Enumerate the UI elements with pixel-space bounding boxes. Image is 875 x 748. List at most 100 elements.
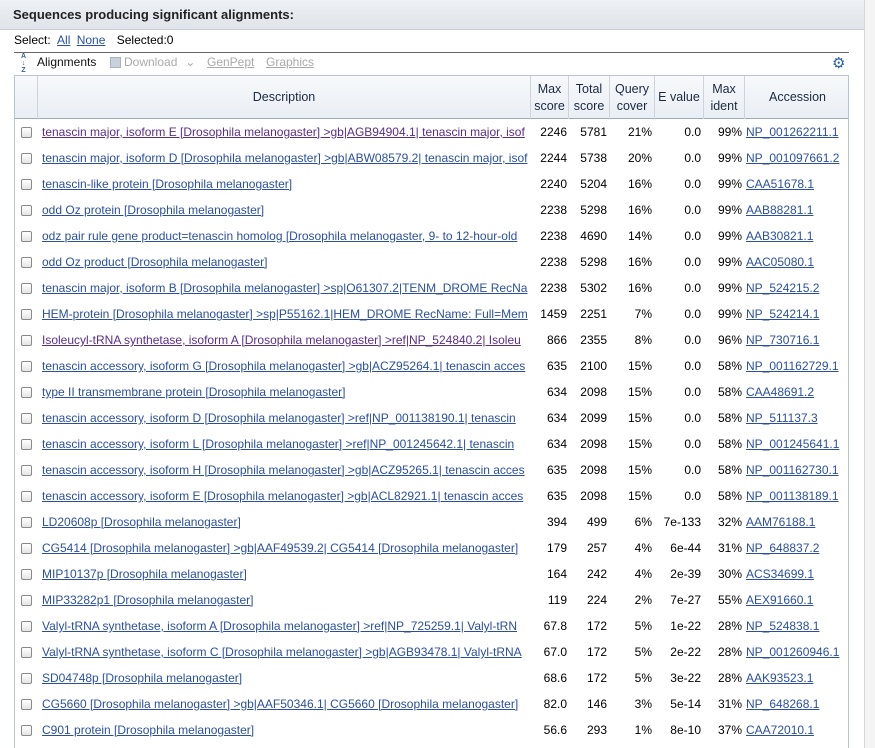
row-checkbox[interactable] — [20, 282, 32, 294]
description-link[interactable]: CG5660 [Drosophila melanogaster] >gb|AAF… — [42, 697, 518, 711]
e-value-cell: 0.0 — [684, 463, 701, 477]
accession-link[interactable]: AAM76188.1 — [746, 515, 815, 529]
row-checkbox[interactable] — [20, 542, 32, 554]
header-max-score[interactable]: Max score — [530, 76, 568, 119]
row-checkbox[interactable] — [20, 412, 32, 424]
max-score-cell: 634 — [546, 385, 567, 399]
row-checkbox[interactable] — [20, 620, 32, 632]
description-link[interactable]: tenascin major, isoform D [Drosophila me… — [42, 151, 527, 165]
vertical-scrollbar[interactable] — [864, 0, 875, 748]
accession-link[interactable]: NP_001162730.1 — [746, 463, 839, 477]
accession-link[interactable]: NP_001097661.2 — [746, 151, 839, 165]
description-link[interactable]: tenascin-like protein [Drosophila melano… — [42, 177, 292, 191]
accession-link[interactable]: AAK93523.1 — [746, 671, 813, 685]
row-checkbox[interactable] — [20, 178, 32, 190]
row-checkbox[interactable] — [20, 438, 32, 450]
row-checkbox[interactable] — [20, 386, 32, 398]
header-query-cover[interactable]: Query cover — [609, 76, 654, 119]
row-checkbox[interactable] — [20, 256, 32, 268]
description-link[interactable]: type II transmembrane protein [Drosophil… — [42, 385, 346, 399]
section-title: Sequences producing significant alignmen… — [13, 7, 294, 22]
description-link[interactable]: HEM-protein [Drosophila melanogaster] >s… — [42, 307, 528, 321]
graphics-link[interactable]: Graphics — [266, 55, 314, 69]
description-link[interactable]: tenascin accessory, isoform G [Drosophil… — [42, 359, 525, 373]
gear-icon[interactable]: ⚙ — [832, 54, 845, 72]
accession-link[interactable]: CAA48691.2 — [746, 385, 814, 399]
row-checkbox[interactable] — [20, 152, 32, 164]
description-link[interactable]: CG5414 [Drosophila melanogaster] >gb|AAF… — [42, 541, 518, 555]
description-link[interactable]: MIP33282p1 [Drosophila melanogaster] — [42, 593, 253, 607]
accession-link[interactable]: AAC05080.1 — [746, 255, 814, 269]
accession-link[interactable]: NP_001245641.1 — [746, 437, 839, 451]
accession-link[interactable]: NP_524838.1 — [746, 619, 819, 633]
max-score-cell: 82.0 — [543, 697, 567, 711]
accession-link[interactable]: NP_001262211.1 — [746, 125, 839, 139]
accession-link[interactable]: AAB88281.1 — [746, 203, 813, 217]
header-accession[interactable]: Accession — [744, 76, 848, 119]
description-cell: Valyl-tRNA synthetase, isoform A [Drosop… — [42, 613, 530, 639]
row-checkbox[interactable] — [20, 360, 32, 372]
accession-link[interactable]: NP_001260946.1 — [746, 645, 839, 659]
row-checkbox[interactable] — [20, 724, 32, 736]
accession-link[interactable]: NP_648837.2 — [746, 541, 819, 555]
select-none-link[interactable]: None — [77, 33, 106, 47]
description-link[interactable]: Valyl-tRNA synthetase, isoform C [Drosop… — [42, 645, 522, 659]
row-checkbox[interactable] — [20, 126, 32, 138]
select-all-link[interactable]: All — [57, 33, 70, 47]
description-link[interactable]: tenascin major, isoform B [Drosophila me… — [42, 281, 527, 295]
row-select-cell — [15, 535, 37, 561]
row-checkbox[interactable] — [20, 230, 32, 242]
query-cover-cell: 20% — [627, 151, 652, 165]
header-description[interactable]: Description — [37, 76, 530, 119]
accession-link[interactable]: CAA51678.1 — [746, 177, 814, 191]
row-checkbox[interactable] — [20, 334, 32, 346]
sort-az-icon[interactable]: A ↓ Z — [21, 53, 31, 74]
accession-link[interactable]: NP_511137.3 — [746, 411, 818, 425]
row-checkbox[interactable] — [20, 464, 32, 476]
description-link[interactable]: tenascin accessory, isoform E [Drosophil… — [42, 489, 523, 503]
description-link[interactable]: tenascin accessory, isoform D [Drosophil… — [42, 411, 516, 425]
description-link[interactable]: MIP10137p [Drosophila melanogaster] — [42, 567, 247, 581]
accession-link[interactable]: CAA72010.1 — [746, 723, 814, 737]
accession-link[interactable]: NP_001162729.1 — [746, 359, 839, 373]
row-checkbox[interactable] — [20, 594, 32, 606]
description-link[interactable]: tenascin accessory, isoform H [Drosophil… — [42, 463, 525, 477]
genpept-link[interactable]: GenPept — [207, 55, 254, 69]
description-link[interactable]: SD04748p [Drosophila melanogaster] — [42, 671, 242, 685]
row-checkbox[interactable] — [20, 646, 32, 658]
row-checkbox[interactable] — [20, 490, 32, 502]
description-link[interactable]: odd Oz product [Drosophila melanogaster] — [42, 255, 267, 269]
description-link[interactable]: tenascin major, isoform E [Drosophila me… — [42, 125, 525, 139]
header-max-ident[interactable]: Max ident — [703, 76, 744, 119]
accession-link[interactable]: NP_730716.1 — [746, 333, 819, 347]
row-checkbox[interactable] — [20, 204, 32, 216]
query-cover-cell: 21% — [627, 125, 652, 139]
row-checkbox[interactable] — [20, 672, 32, 684]
row-checkbox[interactable] — [20, 308, 32, 320]
max-ident-cell: 99% — [717, 151, 742, 165]
accession-link[interactable]: NP_524214.1 — [746, 307, 819, 321]
description-link[interactable]: LD20608p [Drosophila melanogaster] — [42, 515, 241, 529]
description-link[interactable]: tenascin accessory, isoform L [Drosophil… — [42, 437, 514, 451]
description-link[interactable]: C901 protein [Drosophila melanogaster] — [42, 723, 254, 737]
max-score-cell: 67.8 — [543, 619, 567, 633]
header-total-score[interactable]: Total score — [568, 76, 609, 119]
accession-link[interactable]: NP_648268.1 — [746, 697, 819, 711]
row-checkbox[interactable] — [20, 568, 32, 580]
description-link[interactable]: Valyl-tRNA synthetase, isoform A [Drosop… — [42, 619, 517, 633]
description-link[interactable]: Isoleucyl-tRNA synthetase, isoform A [Dr… — [42, 333, 521, 347]
header-e-value[interactable]: E value — [654, 76, 703, 119]
description-link[interactable]: odz pair rule gene product=tenascin homo… — [42, 229, 517, 243]
accession-link[interactable]: NP_001138189.1 — [746, 489, 839, 503]
description-link[interactable]: odd Oz protein [Drosophila melanogaster] — [42, 203, 264, 217]
accession-cell: CAA51678.1 — [746, 171, 848, 197]
download-button[interactable]: Download ⌄ — [110, 55, 195, 69]
accession-link[interactable]: AAB30821.1 — [746, 229, 813, 243]
accession-link[interactable]: AEX91660.1 — [746, 593, 813, 607]
accession-link[interactable]: NP_524215.2 — [746, 281, 819, 295]
row-checkbox[interactable] — [20, 698, 32, 710]
alignments-button[interactable]: Alignments — [37, 55, 96, 69]
total-score-cell: 257 — [586, 541, 607, 555]
accession-link[interactable]: ACS34699.1 — [746, 567, 814, 581]
row-checkbox[interactable] — [20, 516, 32, 528]
